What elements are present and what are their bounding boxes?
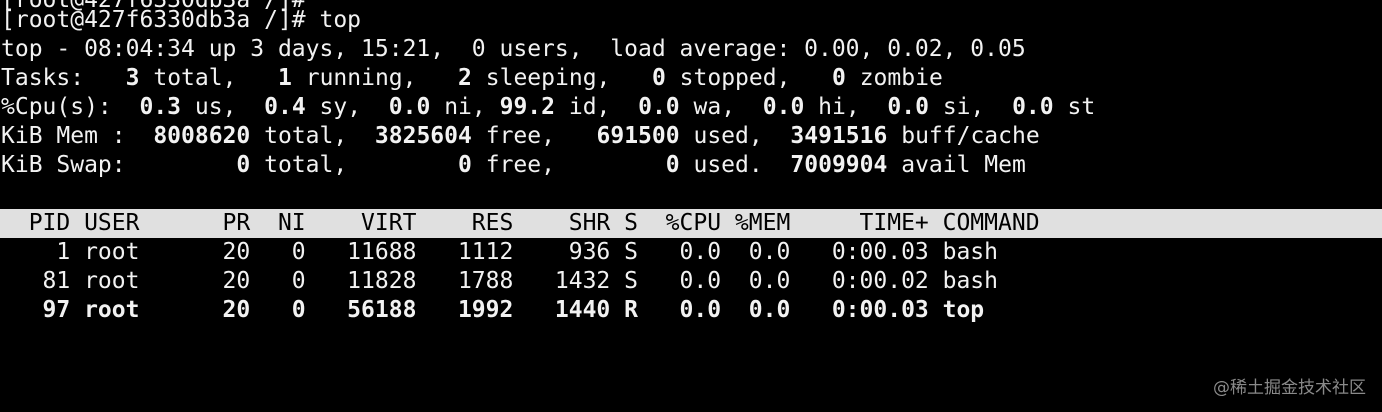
cpu-ni-label: ni, <box>444 94 486 120</box>
cpu-si-label: si, <box>942 94 985 120</box>
cpu-hi-value: 0.0 <box>762 94 805 120</box>
swap-free-value: 0 <box>458 152 472 178</box>
cpu-sy-value: 0.4 <box>264 94 306 120</box>
cpu-wa-label: wa, <box>693 94 736 120</box>
swap-summary-line: KiB Swap: 0 total, 0 free, 0 used. 70099… <box>1 151 1026 180</box>
tasks-total-label: total, <box>153 65 237 91</box>
mem-total-value: 8008620 <box>153 123 251 149</box>
process-row-active: 97 root 20 0 56188 1992 1440 R 0.0 0.0 0… <box>1 297 985 323</box>
tasks-sleeping-value: 2 <box>458 65 472 91</box>
tasks-sleeping-label: sleeping, <box>485 65 611 91</box>
tasks-running-value: 1 <box>278 65 292 91</box>
swap-total-value: 0 <box>236 152 251 178</box>
cpu-hi-label: hi, <box>818 94 860 120</box>
process-row: 81 root 20 0 11828 1788 1432 S 0.0 0.0 0… <box>1 268 998 294</box>
swap-total-label: total, <box>264 152 348 178</box>
command-prompt-line: [root@427f6330db3a /]# top <box>1 7 362 33</box>
cpu-st-value: 0.0 <box>1012 94 1054 120</box>
memory-summary-line: KiB Mem : 8008620 total, 3825604 free, 6… <box>1 122 1040 151</box>
cpu-id-label: id, <box>568 94 611 120</box>
mem-label: KiB Mem : <box>1 123 126 149</box>
cpu-ni-value: 0.0 <box>388 94 431 120</box>
watermark: @稀土掘金技术社区 <box>1213 378 1366 398</box>
mem-total-label: total, <box>264 123 348 149</box>
mem-free-value: 3825604 <box>374 123 472 149</box>
swap-label: KiB Swap: <box>1 152 126 178</box>
cpu-sy-label: sy, <box>319 94 362 120</box>
cpu-st-label: st <box>1067 94 1096 120</box>
mem-used-label: used, <box>693 123 763 149</box>
tasks-stopped-value: 0 <box>651 65 666 91</box>
tasks-stopped-label: stopped, <box>679 65 791 91</box>
swap-avail-label: avail Mem <box>901 152 1026 178</box>
swap-used-label: used. <box>693 152 763 178</box>
tasks-total-value: 3 <box>125 65 140 91</box>
cpu-si-value: 0.0 <box>887 94 929 120</box>
tasks-zombie-value: 0 <box>831 65 846 91</box>
cpu-summary-line: %Cpu(s): 0.3 us, 0.4 sy, 0.0 ni, 99.2 id… <box>1 93 1095 122</box>
swap-avail-value: 7009904 <box>790 152 888 178</box>
cpu-label: %Cpu(s): <box>1 94 112 120</box>
mem-free-label: free, <box>485 123 555 149</box>
terminal-window[interactable]: [root@427f6330db3a /]# [root@427f6330db3… <box>0 0 1382 412</box>
tasks-label: Tasks: <box>1 65 85 91</box>
mem-buff-value: 3491516 <box>790 123 888 149</box>
process-table-header: PID USER PR NI VIRT RES SHR S %CPU %MEM … <box>1 210 1040 236</box>
cpu-id-value: 99.2 <box>499 94 555 120</box>
mem-used-value: 691500 <box>596 123 680 149</box>
tasks-running-label: running, <box>305 65 417 91</box>
cpu-us-value: 0.3 <box>139 94 182 120</box>
process-row: 1 root 20 0 11688 1112 936 S 0.0 0.0 0:0… <box>1 239 998 265</box>
cpu-us-label: us, <box>194 94 237 120</box>
swap-used-value: 0 <box>665 152 680 178</box>
swap-free-label: free, <box>485 152 555 178</box>
uptime-summary-line: top - 08:04:34 up 3 days, 15:21, 0 users… <box>1 36 1026 62</box>
tasks-summary-line: Tasks: 3 total, 1 running, 2 sleeping, 0… <box>1 64 943 93</box>
cpu-wa-value: 0.0 <box>638 94 680 120</box>
tasks-zombie-label: zombie <box>859 65 943 91</box>
mem-buff-label: buff/cache <box>901 123 1040 149</box>
